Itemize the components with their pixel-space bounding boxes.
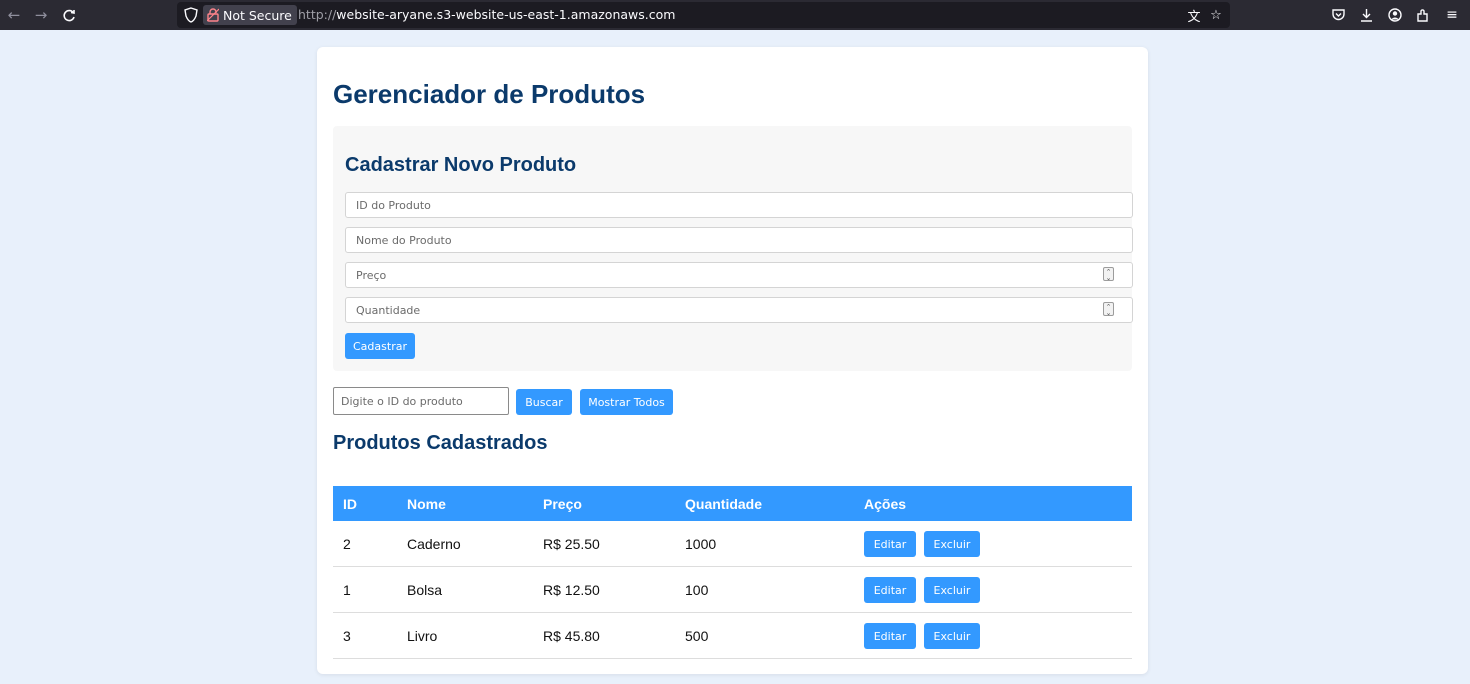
table-row: 3 Livro R$ 45.80 500 Editar Excluir — [333, 613, 1132, 659]
column-header-acoes: Ações — [864, 495, 907, 512]
downloads-icon[interactable] — [1355, 4, 1377, 26]
price-spinner-icon[interactable]: ⌃ ⌄ — [1103, 267, 1114, 282]
cell-id: 2 — [343, 535, 351, 552]
extensions-icon[interactable] — [1412, 4, 1434, 26]
forward-icon[interactable]: → — [30, 4, 52, 26]
delete-button[interactable]: Excluir — [924, 531, 980, 557]
product-name-input[interactable] — [345, 227, 1133, 253]
products-table: ID Nome Preço Quantidade Ações 2 Caderno… — [333, 486, 1132, 659]
cell-nome: Bolsa — [407, 581, 443, 598]
search-id-input[interactable] — [333, 387, 509, 415]
cell-quantidade: 500 — [685, 627, 709, 644]
buscar-button[interactable]: Buscar — [516, 389, 572, 415]
column-header-preco: Preço — [543, 495, 582, 512]
main-card: Gerenciador de Produtos Cadastrar Novo P… — [317, 47, 1148, 674]
column-header-quantidade: Quantidade — [685, 495, 763, 512]
back-icon[interactable]: ← — [3, 4, 25, 26]
list-title: Produtos Cadastrados — [333, 432, 548, 454]
column-header-id: ID — [343, 495, 357, 512]
cell-quantidade: 100 — [685, 581, 709, 598]
mostrar-todos-button[interactable]: Mostrar Todos — [580, 389, 673, 415]
table-header: ID Nome Preço Quantidade Ações — [333, 486, 1132, 521]
url-protocol: http:// — [298, 7, 337, 22]
pocket-icon[interactable] — [1327, 4, 1349, 26]
delete-button[interactable]: Excluir — [924, 577, 980, 603]
tracking-protection-icon[interactable] — [183, 6, 199, 24]
edit-button[interactable]: Editar — [864, 577, 916, 603]
quantity-field-wrapper: ⌃⌄ — [333, 297, 1133, 324]
column-header-nome: Nome — [407, 495, 446, 512]
cell-nome: Caderno — [407, 535, 461, 552]
url-bar[interactable]: Not Secure http://website-aryane.s3-webs… — [177, 2, 1230, 28]
url-host: website-aryane.s3-website-us-east-1.amaz… — [336, 7, 676, 22]
product-id-input[interactable] — [345, 192, 1133, 218]
cell-preco: R$ 25.50 — [543, 535, 600, 552]
page-title: Gerenciador de Produtos — [333, 79, 646, 109]
cell-preco: R$ 45.80 — [543, 627, 600, 644]
edit-button[interactable]: Editar — [864, 531, 916, 557]
price-field-wrapper: ⌃⌄ — [333, 262, 1133, 289]
table-row: 1 Bolsa R$ 12.50 100 Editar Excluir — [333, 567, 1132, 613]
quantity-input[interactable] — [345, 297, 1133, 323]
browser-toolbar: ← → Not Secure http://website-aryane.s3-… — [0, 0, 1470, 30]
lock-warning-icon — [207, 8, 219, 22]
account-icon[interactable] — [1384, 4, 1406, 26]
cell-preco: R$ 12.50 — [543, 581, 600, 598]
price-input[interactable] — [345, 262, 1133, 288]
not-secure-label: Not Secure — [223, 7, 292, 23]
url-text[interactable]: http://website-aryane.s3-website-us-east… — [298, 7, 675, 22]
cell-id: 3 — [343, 627, 351, 644]
menu-icon[interactable]: ≡ — [1441, 4, 1463, 26]
quantity-spinner-icon[interactable]: ⌃ ⌄ — [1103, 302, 1114, 317]
delete-button[interactable]: Excluir — [924, 623, 980, 649]
bookmark-star-icon[interactable]: ☆ — [1206, 5, 1226, 25]
not-secure-badge[interactable]: Not Secure — [203, 5, 297, 25]
cell-nome: Livro — [407, 627, 438, 644]
cadastrar-button[interactable]: Cadastrar — [345, 333, 415, 359]
cell-quantidade: 1000 — [685, 535, 717, 552]
table-row: 2 Caderno R$ 25.50 1000 Editar Excluir — [333, 521, 1132, 567]
reload-icon[interactable] — [58, 4, 80, 26]
product-form: Cadastrar Novo Produto ⌃⌄ ⌃⌄ Cadastrar — [333, 126, 1133, 371]
edit-button[interactable]: Editar — [864, 623, 916, 649]
cell-id: 1 — [343, 581, 351, 598]
form-title: Cadastrar Novo Produto — [345, 154, 577, 176]
translate-icon[interactable]: 文 — [1184, 5, 1204, 25]
